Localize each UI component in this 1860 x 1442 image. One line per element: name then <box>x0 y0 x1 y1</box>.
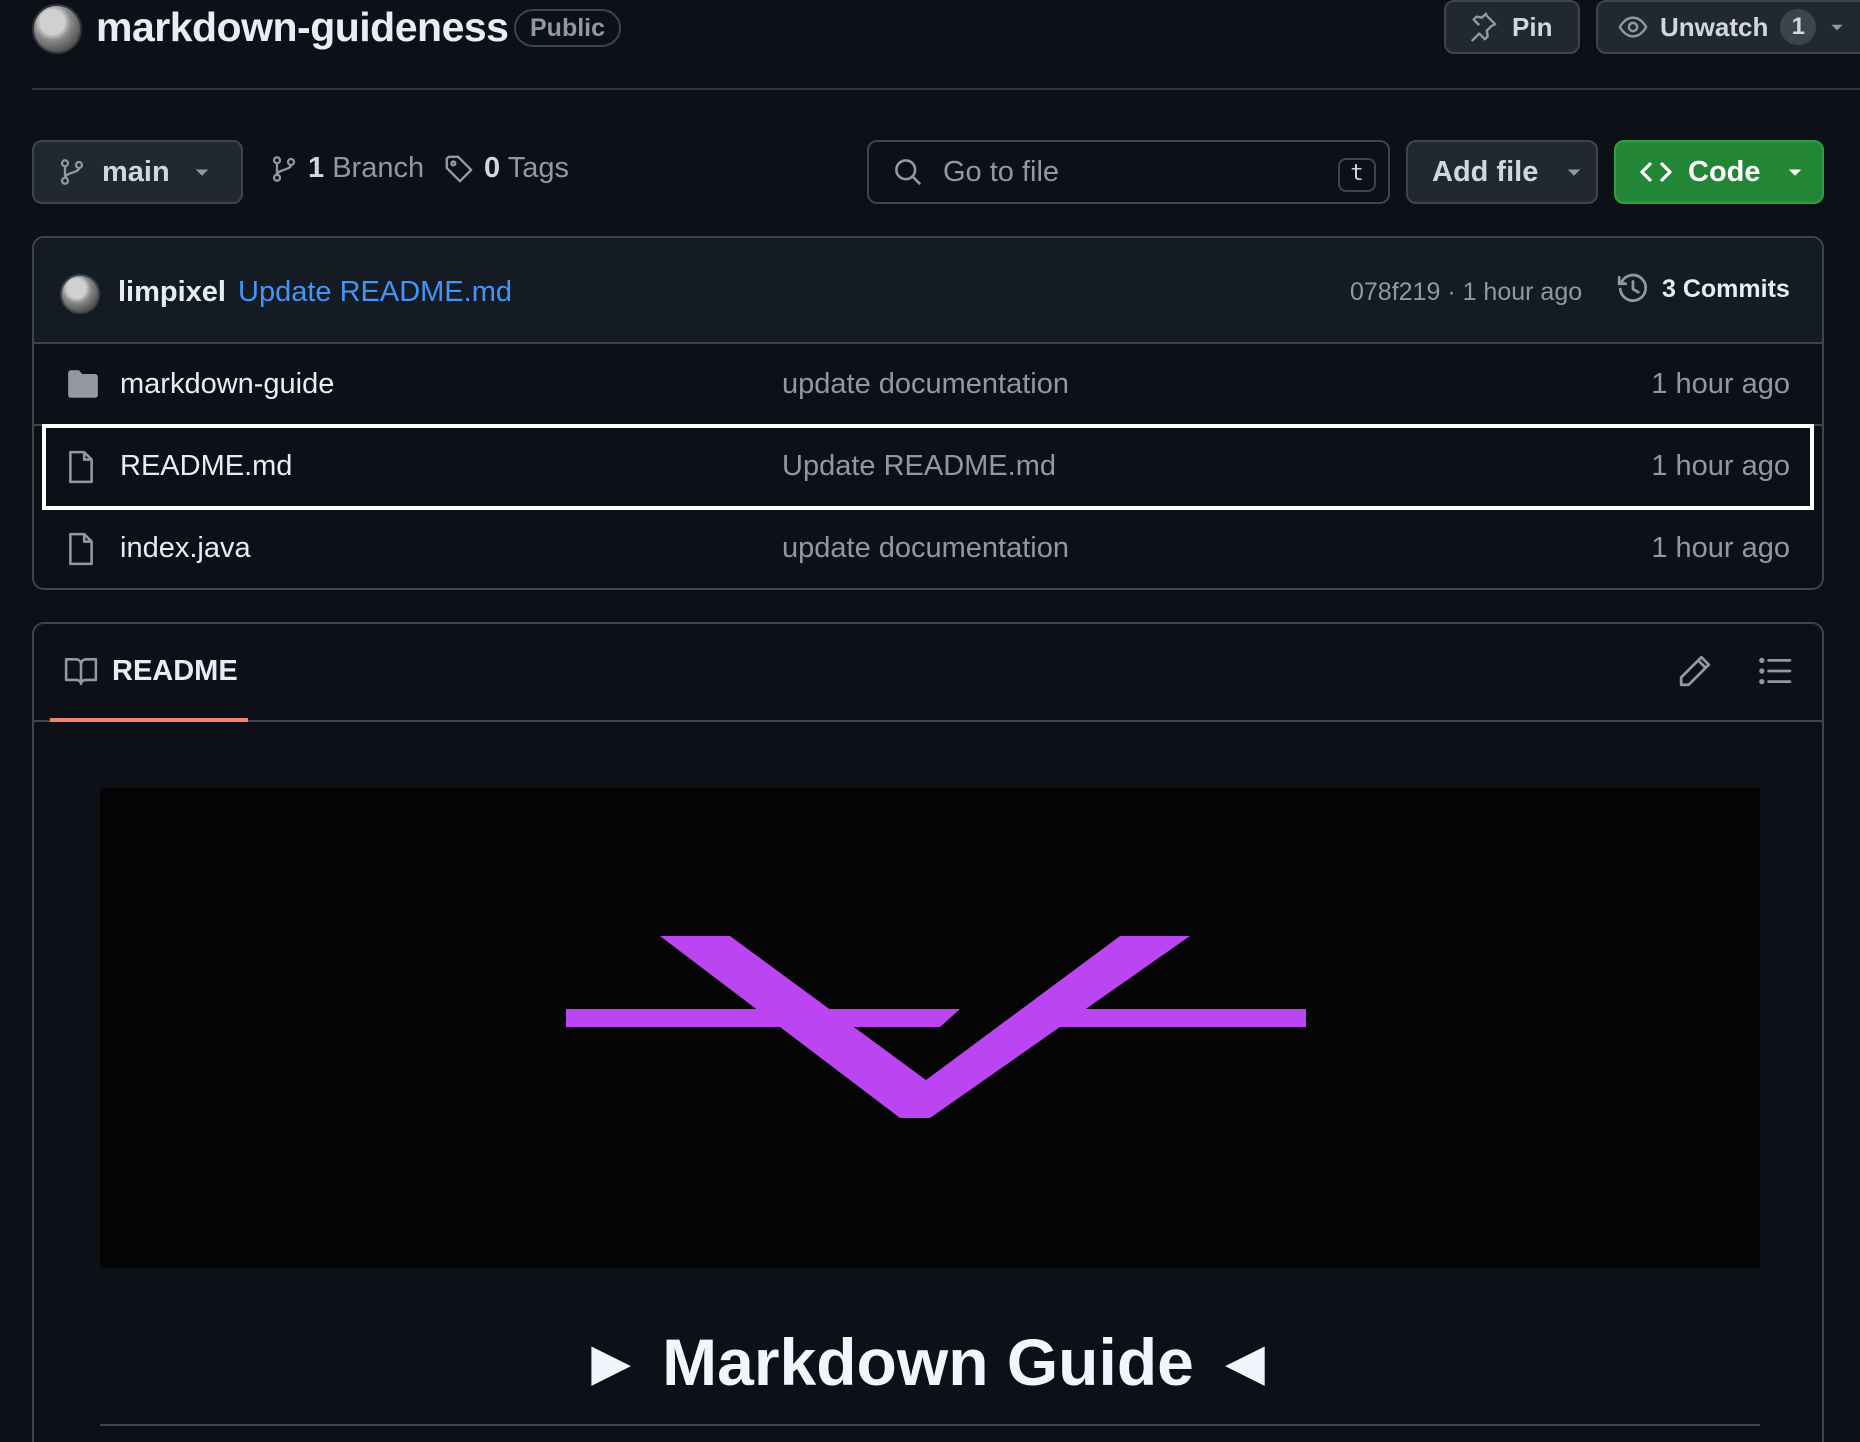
watch-counter: 1 <box>1780 9 1817 45</box>
file-commit-message[interactable]: update documentation <box>782 532 1069 565</box>
caret-down-icon <box>1788 169 1801 176</box>
file-row[interactable]: README.md Update README.md 1 hour ago <box>42 424 1814 510</box>
folder-icon <box>68 370 98 398</box>
history-icon <box>1617 273 1648 302</box>
commit-author[interactable]: limpixel <box>118 276 226 309</box>
tab-readme[interactable]: README <box>50 624 248 722</box>
latest-commit-bar: limpixel Update README.md 078f219 · 1 ho… <box>34 238 1822 344</box>
book-icon <box>64 658 98 686</box>
git-branch-icon <box>60 159 84 185</box>
file-table: limpixel Update README.md 078f219 · 1 ho… <box>32 236 1824 590</box>
file-name[interactable]: README.md <box>120 450 292 483</box>
unwatch-button[interactable]: Unwatch 1 <box>1596 0 1860 54</box>
file-time: 1 hour ago <box>1651 532 1790 564</box>
file-name[interactable]: markdown-guide <box>120 368 334 401</box>
file-name[interactable]: index.java <box>120 532 251 565</box>
file-row[interactable]: markdown-guide update documentation 1 ho… <box>34 344 1822 426</box>
unwatch-label: Unwatch <box>1660 11 1769 42</box>
caret-down-icon <box>1831 24 1843 31</box>
file-commit-message[interactable]: Update README.md <box>782 450 1056 483</box>
readme-actions <box>1678 654 1792 688</box>
file-icon <box>69 532 93 566</box>
search-placeholder: Go to file <box>943 155 1060 188</box>
readme-tab-label: README <box>112 654 238 687</box>
pin-button[interactable]: Pin <box>1444 0 1580 54</box>
commit-author-avatar[interactable] <box>60 274 100 314</box>
file-icon <box>69 450 93 484</box>
commits-count-label: 3 Commits <box>1662 274 1790 303</box>
file-time: 1 hour ago <box>1651 450 1790 482</box>
pin-icon <box>1470 12 1497 42</box>
tags-link[interactable]: 0 Tags <box>444 152 569 185</box>
caret-down-icon <box>195 169 208 176</box>
heading-divider <box>100 1424 1760 1426</box>
branch-select[interactable]: main <box>32 140 243 204</box>
eye-icon <box>1618 16 1648 38</box>
visibility-badge: Public <box>514 9 622 47</box>
repo-title[interactable]: markdown-guideness <box>96 4 509 51</box>
search-icon <box>895 159 922 186</box>
go-to-file-search[interactable]: Go to file t <box>867 140 1390 204</box>
tag-icon <box>445 155 473 182</box>
commits-history-link[interactable]: 3 Commits <box>1616 272 1790 306</box>
commit-sha-time[interactable]: 078f219 · 1 hour ago <box>1350 278 1582 307</box>
purple-logo-graphic <box>566 936 1306 1118</box>
readme-banner-image <box>100 788 1760 1268</box>
branches-link[interactable]: 1 Branch <box>270 152 424 185</box>
list-icon[interactable] <box>1758 654 1792 688</box>
pencil-icon[interactable] <box>1678 654 1712 688</box>
branches-label: Branch <box>332 152 425 184</box>
readme-heading: ► Markdown Guide ◄ <box>578 1325 1278 1399</box>
file-commit-message[interactable]: update documentation <box>782 368 1069 401</box>
tags-count: 0 <box>484 152 501 184</box>
readme-panel: README ► Markdown Guide ◄ <box>32 622 1824 1442</box>
git-branch-icon <box>272 155 296 182</box>
commit-message-link[interactable]: Update README.md <box>238 276 512 309</box>
code-icon <box>1640 162 1672 182</box>
caret-down-icon <box>1568 169 1581 176</box>
branches-count: 1 <box>308 152 325 184</box>
readme-header: README <box>34 624 1822 722</box>
file-time: 1 hour ago <box>1651 368 1790 400</box>
branch-name: main <box>102 155 170 188</box>
tags-label: Tags <box>507 152 569 184</box>
owner-avatar[interactable] <box>32 4 82 54</box>
pin-label: Pin <box>1512 11 1553 42</box>
search-shortcut-key: t <box>1338 158 1376 192</box>
repo-header: markdown-guideness Public Pin Unwatch 1 <box>32 0 1860 90</box>
file-row[interactable]: index.java update documentation 1 hour a… <box>34 508 1822 588</box>
add-file-label: Add file <box>1432 155 1539 188</box>
code-button[interactable]: Code <box>1614 140 1824 204</box>
code-label: Code <box>1688 155 1761 188</box>
add-file-button[interactable]: Add file <box>1406 140 1598 204</box>
